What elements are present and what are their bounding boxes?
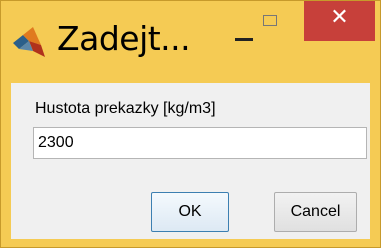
maximize-button[interactable] xyxy=(251,3,289,39)
input-dialog-window: Zadejt... ✕ Hustota prekazky [kg/m3] OK … xyxy=(0,0,381,248)
title-bar[interactable]: Zadejt... ✕ xyxy=(1,1,380,83)
close-button[interactable]: ✕ xyxy=(304,1,375,41)
prompt-label: Hustota prekazky [kg/m3] xyxy=(35,100,216,117)
window-title: Zadejt... xyxy=(57,19,191,58)
ok-button[interactable]: OK xyxy=(151,192,229,232)
dialog-body: Hustota prekazky [kg/m3] OK Cancel xyxy=(11,83,370,239)
matlab-icon xyxy=(13,27,45,57)
close-icon: ✕ xyxy=(330,5,349,30)
density-input[interactable] xyxy=(33,127,367,159)
cancel-button[interactable]: Cancel xyxy=(274,192,357,232)
